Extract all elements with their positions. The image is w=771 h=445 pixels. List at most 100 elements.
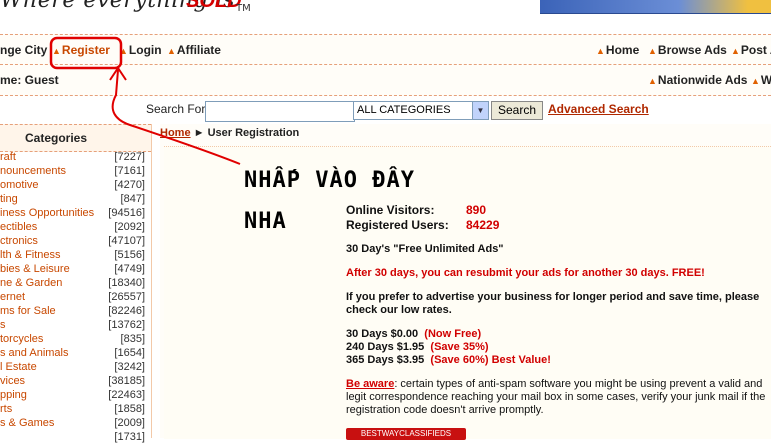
online-visitors-label: Online Visitors: xyxy=(346,203,435,217)
classifieds-button[interactable]: BESTWAYCLASSIFIEDS xyxy=(346,428,466,440)
category-count: [94516] xyxy=(108,207,145,219)
nav-login[interactable]: ▲Login xyxy=(119,43,162,57)
sidebar-category-item[interactable]: pping [22463] xyxy=(0,389,145,403)
sidebar-category-item[interactable]: torcycles [835] xyxy=(0,333,145,347)
annotation-text-line1: NHẤP VÀO ĐÂY xyxy=(244,168,415,193)
sidebar-category-item[interactable]: rts [1858] xyxy=(0,403,145,417)
nav-browse-ads[interactable]: ▲Browse Ads xyxy=(648,43,727,57)
category-count: [2092] xyxy=(114,221,145,233)
sidebar-category-item[interactable]: ting [847] xyxy=(0,193,145,207)
sidebar-category-item[interactable]: nouncements [7161] xyxy=(0,165,145,179)
category-name: ernet xyxy=(0,291,26,303)
nav-bullet-icon: ▲ xyxy=(52,46,61,56)
resubmit-text: After 30 days, you can resubmit your ads… xyxy=(346,267,705,279)
rate-note: (Now Free) xyxy=(424,328,482,340)
nav-bullet-icon: ▲ xyxy=(596,46,605,56)
breadcrumb-home[interactable]: Home xyxy=(160,127,191,139)
category-name: ne & Garden xyxy=(0,277,63,289)
category-name: s xyxy=(0,319,6,331)
category-select[interactable]: ALL CATEGORIES ▼ xyxy=(353,101,489,120)
rate-note: (Save 60%) Best Value! xyxy=(430,354,551,366)
trademark-mark: TM xyxy=(236,3,251,14)
sidebar-category-item[interactable]: s & Games [2009] xyxy=(0,417,145,431)
sidebar-category-item[interactable]: ernet [26557] xyxy=(0,291,145,305)
category-count: [38185] xyxy=(108,375,145,387)
nav-bullet-icon: ▲ xyxy=(731,46,740,56)
welcome-username: me: Guest xyxy=(0,73,59,87)
category-name: s and Animals xyxy=(0,347,69,359)
advertise-longer-text: If you prefer to advertise your business… xyxy=(346,291,760,316)
rate-term: 240 Days $1.95 xyxy=(346,341,425,353)
category-header: Categories xyxy=(0,124,151,152)
aware-label: Be aware xyxy=(346,378,395,390)
sidebar-category-item[interactable]: iness Opportunities [94516] xyxy=(0,207,145,221)
sidebar-category-item[interactable]: l Estate [3242] xyxy=(0,361,145,375)
sidebar-category-item[interactable]: ne & Garden [18340] xyxy=(0,277,145,291)
sidebar-category-item[interactable]: bies & Leisure [4749] xyxy=(0,263,145,277)
breadcrumb-separator-icon: ► xyxy=(193,127,205,139)
sidebar-category-item[interactable]: raft [7227] xyxy=(0,151,145,165)
aware-text: : certain types of anti-spam software yo… xyxy=(346,378,766,416)
rate-row: 365 Days $3.95 (Save 60%) Best Value! xyxy=(346,354,551,366)
rate-row: 30 Days $0.00 (Now Free) xyxy=(346,328,481,340)
category-name: ctronics xyxy=(0,235,38,247)
nav-bullet-icon: ▲ xyxy=(648,76,657,86)
search-input[interactable] xyxy=(205,101,355,122)
rate-row: 240 Days $1.95 (Save 35%) xyxy=(346,341,489,353)
nav-nationwide-ads[interactable]: ▲Nationwide Ads xyxy=(648,73,747,87)
category-count: [835] xyxy=(120,333,145,345)
nav-bullet-icon: ▲ xyxy=(648,46,657,56)
free-ads-text: 30 Day's "Free Unlimited Ads" xyxy=(346,243,504,255)
search-button[interactable]: Search xyxy=(491,101,543,120)
category-count: [4749] xyxy=(114,263,145,275)
rate-note: (Save 35%) xyxy=(430,341,489,353)
sidebar-category-item[interactable]: vices [38185] xyxy=(0,375,145,389)
category-name: torcycles xyxy=(0,333,44,345)
category-count: [13762] xyxy=(108,319,145,331)
nav-more[interactable]: ▲W xyxy=(751,73,771,87)
category-name: s & Games xyxy=(0,417,55,429)
nav-register[interactable]: ▲Register xyxy=(52,43,110,57)
sidebar-category-item[interactable]: s [13762] xyxy=(0,319,145,333)
nav-post-ad[interactable]: ▲Post A xyxy=(731,43,771,57)
category-name: l Estate xyxy=(0,361,37,373)
category-name: ms for Sale xyxy=(0,305,56,317)
category-name: lth & Fitness xyxy=(0,249,61,261)
advanced-search-link[interactable]: Advanced Search xyxy=(548,102,649,116)
category-name: vices xyxy=(0,375,26,387)
sidebar-category-item[interactable]: ms for Sale [82246] xyxy=(0,305,145,319)
rate-term: 365 Days $3.95 xyxy=(346,354,425,366)
category-title: Categories xyxy=(25,131,88,145)
category-count: [7161] xyxy=(114,165,145,177)
category-count: [1654] xyxy=(114,347,145,359)
breadcrumb-current: User Registration xyxy=(207,127,300,139)
category-name: raft xyxy=(0,151,16,163)
chevron-down-icon[interactable]: ▼ xyxy=(472,102,488,119)
aware-notice: Be aware: certain types of anti-spam sof… xyxy=(346,378,768,417)
sidebar-category-item[interactable]: s and Animals [1654] xyxy=(0,347,145,361)
category-count: [1858] xyxy=(114,403,145,415)
top-banner-ad[interactable] xyxy=(540,0,771,14)
sidebar-category-item[interactable]: [1731] xyxy=(0,431,145,445)
nav-change-city[interactable]: nge City xyxy=(0,43,47,57)
nav-home[interactable]: ▲Home xyxy=(596,43,639,57)
category-name: ting xyxy=(0,193,18,205)
nav-affiliate[interactable]: ▲Affiliate xyxy=(167,43,221,57)
registered-users-label: Registered Users: xyxy=(346,218,449,232)
annotation-text-line2: NHA xyxy=(244,209,287,234)
sidebar-category-item[interactable]: ectibles [2092] xyxy=(0,221,145,235)
site-logo-sold: SOLD xyxy=(186,0,242,12)
sidebar-category-item[interactable]: ctronics [47107] xyxy=(0,235,145,249)
category-count: [1731] xyxy=(114,431,145,443)
category-name: pping xyxy=(0,389,27,401)
category-name: iness Opportunities xyxy=(0,207,95,219)
online-visitors-value: 890 xyxy=(466,203,487,217)
category-count: [3242] xyxy=(114,361,145,373)
sidebar-category-item[interactable]: omotive [4270] xyxy=(0,179,145,193)
category-name: omotive xyxy=(0,179,39,191)
category-name: nouncements xyxy=(0,165,67,177)
sidebar-category-item[interactable]: lth & Fitness [5156] xyxy=(0,249,145,263)
category-list: raft [7227] nouncements [7161] omotive [4270]… xyxy=(0,151,145,445)
category-select-value: ALL CATEGORIES xyxy=(357,104,451,116)
site-header: Where everything is SOLD TM xyxy=(0,0,771,28)
